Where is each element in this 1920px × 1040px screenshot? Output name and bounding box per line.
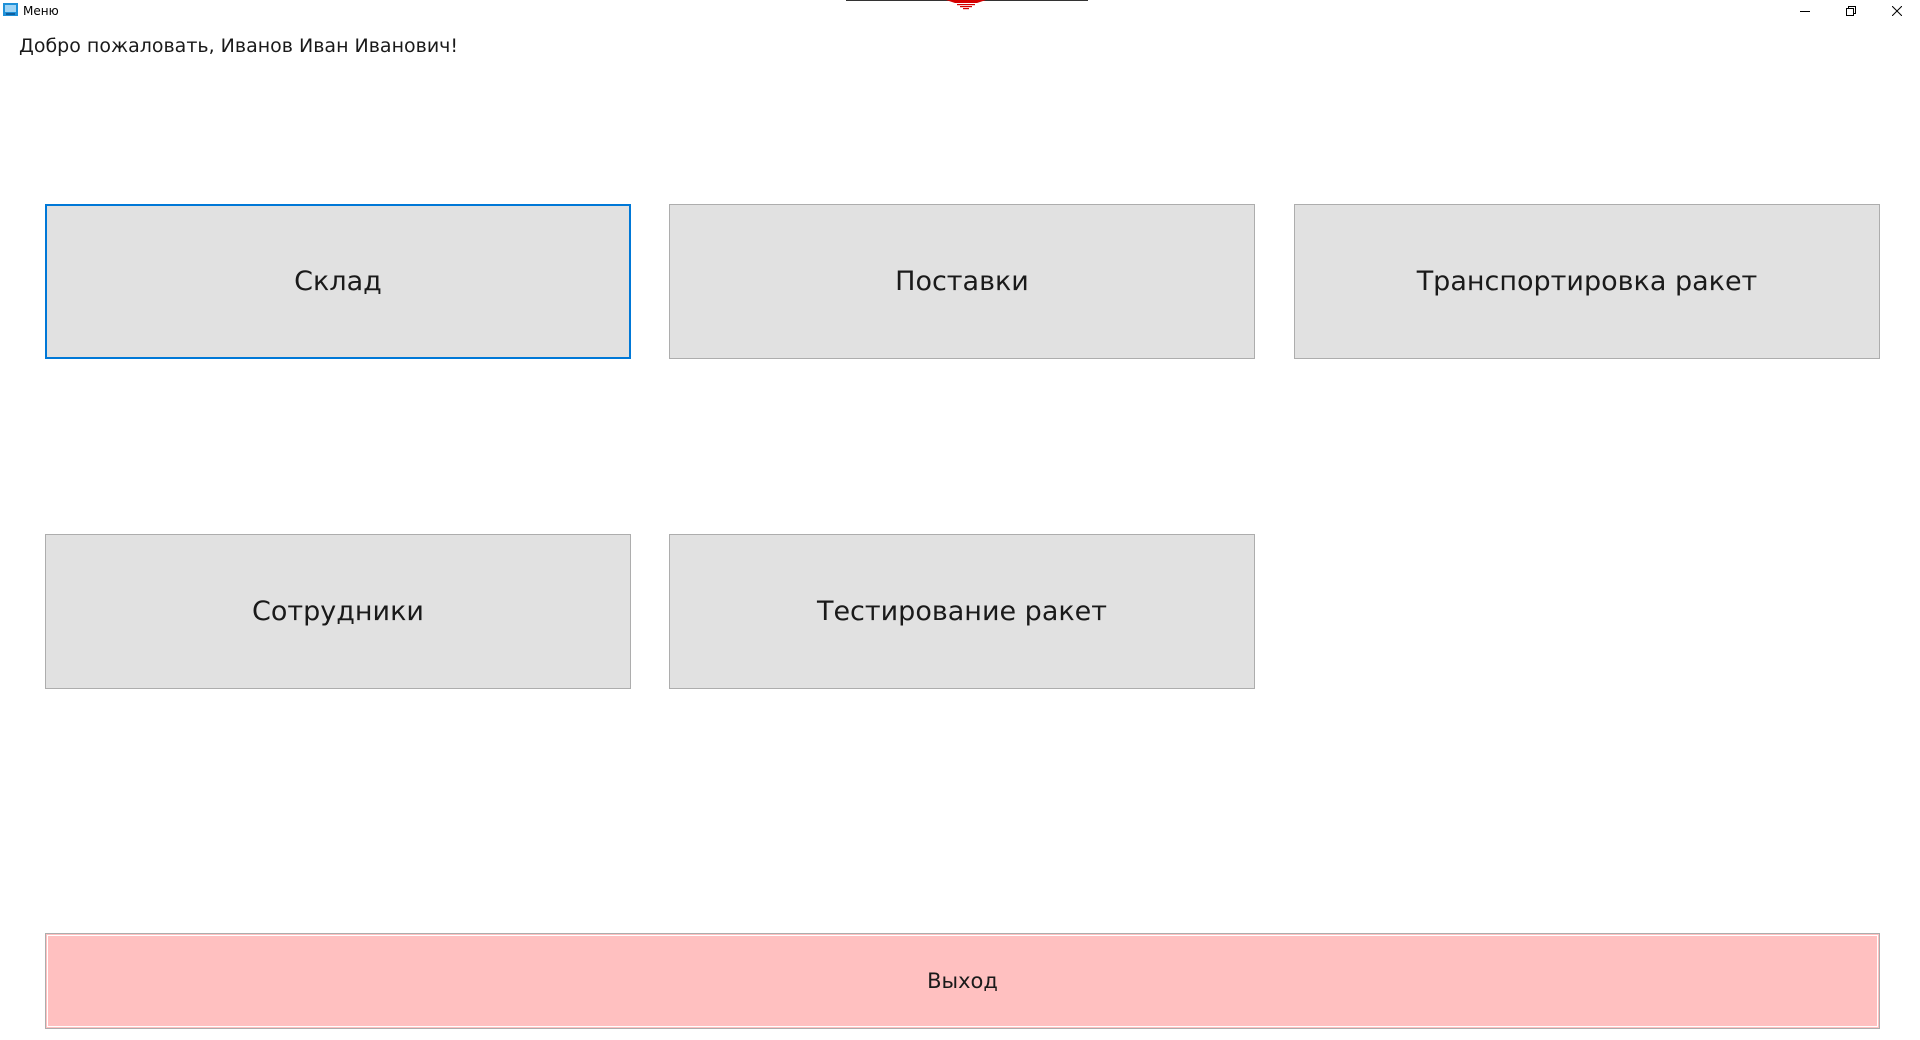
title-decoration-icon <box>846 0 1088 10</box>
restore-button[interactable] <box>1828 0 1874 22</box>
window-controls <box>1782 0 1920 22</box>
close-button[interactable] <box>1874 0 1920 22</box>
minimize-button[interactable] <box>1782 0 1828 22</box>
welcome-text: Добро пожаловать, Иванов Иван Иванович! <box>19 35 459 57</box>
supplies-button[interactable]: Поставки <box>669 204 1255 359</box>
close-icon <box>1892 6 1902 16</box>
rocket-testing-button[interactable]: Тестирование ракет <box>669 534 1255 689</box>
exit-button[interactable]: Выход <box>45 933 1880 1029</box>
menu-window: Меню Добро пожаловать, Иванов Иван Ивано… <box>0 0 1920 1040</box>
window-title: Меню <box>23 4 59 18</box>
app-icon <box>3 3 18 16</box>
restore-icon <box>1846 6 1856 16</box>
minimize-icon <box>1800 11 1810 12</box>
title-bar[interactable]: Меню <box>0 0 1920 22</box>
warehouse-button[interactable]: Склад <box>45 204 631 359</box>
rocket-transport-button[interactable]: Транспортировка ракет <box>1294 204 1880 359</box>
employees-button[interactable]: Сотрудники <box>45 534 631 689</box>
